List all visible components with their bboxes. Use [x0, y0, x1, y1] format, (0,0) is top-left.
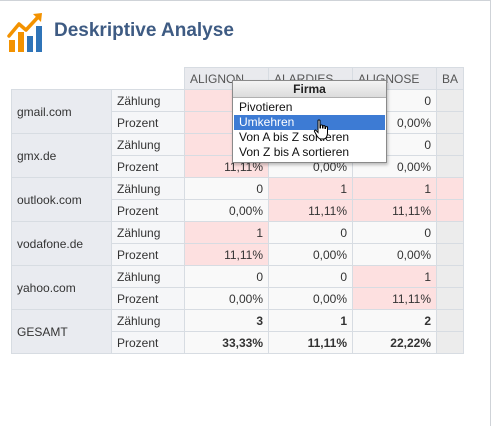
table-row: GESAMT Zählung 3 1 2 — [11, 309, 465, 354]
percent-cell: 0,00% — [268, 243, 353, 266]
context-menu-item-umkehren[interactable]: Umkehren — [234, 115, 385, 130]
row-header-outlook-com[interactable]: outlook.com — [11, 177, 112, 222]
table-row: vodafone.de Zählung 1 0 0 — [11, 221, 465, 266]
context-menu-item-von-z-bis-a-sortieren[interactable]: Von Z bis A sortieren — [234, 145, 385, 160]
percent-cell: 11,11% — [184, 243, 269, 266]
percent-label: Prozent — [111, 155, 185, 178]
percent-label: Prozent — [111, 331, 185, 354]
percent-cell: 22,22% — [352, 331, 437, 354]
percent-cell — [435, 287, 465, 310]
percent-cell — [435, 243, 465, 266]
column-context-menu[interactable]: Firma Pivotieren Umkehren Von A bis Z sort… — [232, 80, 387, 163]
count-cell — [435, 221, 465, 244]
frame-top-border — [0, 0, 491, 1]
count-label: Zählung — [111, 221, 185, 244]
table-row: outlook.com Zählung 0 1 1 — [11, 177, 465, 222]
column-header-ba[interactable]: BA — [435, 67, 465, 90]
corner-sub-cell — [112, 68, 185, 90]
count-cell — [435, 133, 465, 156]
percent-cell — [435, 331, 465, 354]
count-label: Zählung — [111, 309, 185, 332]
row-header-vodafone-de[interactable]: vodafone.de — [11, 221, 112, 266]
count-label: Zählung — [111, 265, 185, 288]
context-menu-item-pivotieren[interactable]: Pivotieren — [234, 100, 385, 115]
header: Deskriptive Analyse — [7, 10, 477, 54]
count-label: Zählung — [111, 133, 185, 156]
percent-label: Prozent — [111, 243, 185, 266]
row-header-gmx-de[interactable]: gmx.de — [11, 133, 112, 178]
percent-cell: 33,33% — [184, 331, 269, 354]
count-cell: 1 — [184, 221, 269, 244]
percent-label: Prozent — [111, 287, 185, 310]
row-header-gesamt[interactable]: GESAMT — [11, 309, 112, 354]
percent-cell: 0,00% — [184, 287, 269, 310]
count-cell — [435, 89, 465, 112]
percent-cell — [435, 111, 465, 134]
bar-chart-growth-icon — [7, 13, 42, 52]
percent-cell: 0,00% — [184, 199, 269, 222]
row-header-gmail-com[interactable]: gmail.com — [11, 89, 112, 134]
percent-label: Prozent — [111, 111, 185, 134]
count-cell: 1 — [268, 177, 353, 200]
percent-cell: 0,00% — [268, 287, 353, 310]
count-cell: 1 — [352, 177, 437, 200]
count-cell: 1 — [352, 265, 437, 288]
corner-cell — [12, 68, 112, 90]
context-menu-item-von-a-bis-z-sortieren[interactable]: Von A bis Z sortieren — [234, 130, 385, 145]
count-label: Zählung — [111, 177, 185, 200]
row-header-yahoo-com[interactable]: yahoo.com — [11, 265, 112, 310]
percent-label: Prozent — [111, 199, 185, 222]
percent-cell: 11,11% — [268, 199, 353, 222]
count-cell: 0 — [268, 221, 353, 244]
count-cell: 3 — [184, 309, 269, 332]
count-cell: 1 — [268, 309, 353, 332]
count-cell: 2 — [352, 309, 437, 332]
percent-cell: 11,11% — [352, 199, 437, 222]
count-cell: 0 — [268, 265, 353, 288]
count-cell: 0 — [184, 265, 269, 288]
percent-cell: 11,11% — [352, 287, 437, 310]
percent-cell — [435, 199, 465, 222]
count-cell: 0 — [184, 177, 269, 200]
percent-cell — [435, 155, 465, 178]
page-title: Deskriptive Analyse — [54, 20, 234, 41]
count-cell: 0 — [352, 221, 437, 244]
count-cell — [435, 177, 465, 200]
count-cell — [435, 309, 465, 332]
percent-cell: 0,00% — [352, 243, 437, 266]
count-cell — [435, 265, 465, 288]
context-menu-title: Firma — [233, 81, 386, 98]
table-row: yahoo.com Zählung 0 0 1 — [11, 265, 465, 310]
hand-pointer-cursor-icon — [313, 119, 328, 140]
count-label: Zählung — [111, 89, 185, 112]
percent-cell: 11,11% — [268, 331, 353, 354]
